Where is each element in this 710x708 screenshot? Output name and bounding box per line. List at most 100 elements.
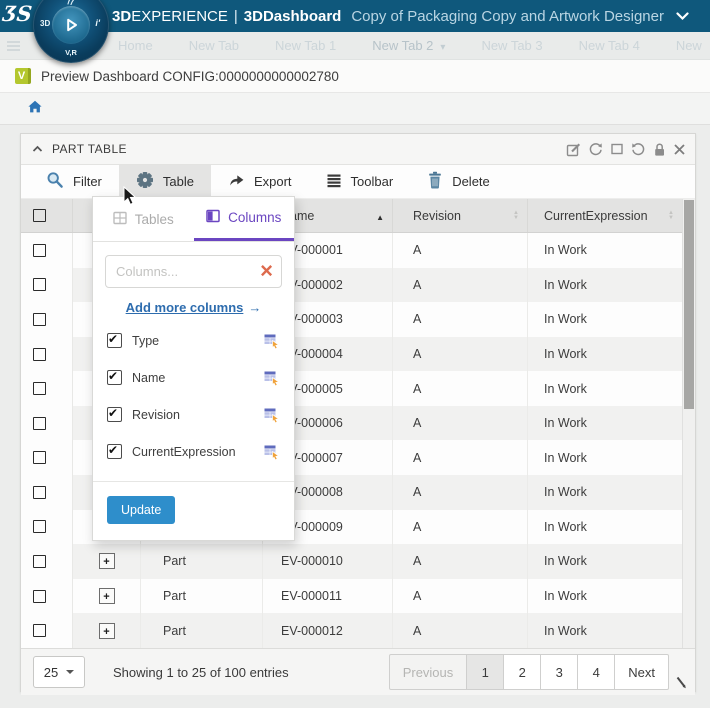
undo-icon[interactable] (631, 142, 646, 157)
chevron-down-icon[interactable] (676, 12, 689, 21)
dashboard-title[interactable]: Copy of Packaging Copy and Artwork Desig… (351, 8, 664, 25)
sort-ascending-icon[interactable] (376, 209, 384, 223)
row-select-cell (21, 510, 73, 545)
column-option-label: Name (132, 371, 165, 385)
page-button-1[interactable]: 1 (467, 654, 504, 690)
expand-plus-icon[interactable] (99, 588, 115, 604)
filter-label: Filter (73, 174, 102, 189)
compass-play-icon[interactable] (52, 6, 90, 44)
page-button-2[interactable]: 2 (504, 654, 541, 690)
lock-icon[interactable] (653, 142, 666, 157)
page-button-previous[interactable]: Previous (389, 654, 468, 690)
tab-home[interactable]: Home (118, 38, 153, 53)
refresh-icon[interactable] (588, 142, 603, 157)
export-label: Export (254, 174, 292, 189)
expand-plus-icon[interactable] (99, 623, 115, 639)
collapse-chevron-icon[interactable] (32, 145, 43, 153)
column-header-currentexpression[interactable]: CurrentExpression (528, 199, 682, 232)
divider (93, 481, 294, 482)
3dexperience-compass-logo[interactable]: 3D i' V,R (33, 0, 109, 63)
page-size-dropdown[interactable]: 25 (33, 656, 85, 688)
table-label: Table (163, 174, 194, 189)
checkbox-checked-icon[interactable] (107, 444, 122, 459)
column-pin-icon[interactable] (264, 370, 280, 386)
compass-3d-label: 3D (40, 19, 50, 28)
checkbox-checked-icon[interactable] (107, 407, 122, 422)
vertical-scrollbar[interactable] (682, 199, 695, 648)
row-checkbox[interactable] (33, 244, 46, 257)
page-button-4[interactable]: 4 (578, 654, 615, 690)
app-name: 3DDashboard (244, 8, 342, 25)
row-checkbox[interactable] (33, 382, 46, 395)
cell-currentexpression: In Work (528, 440, 695, 475)
table-settings-popup: Tables Columns Add more columns TypeName… (92, 196, 295, 541)
row-checkbox[interactable] (33, 555, 46, 568)
delete-button[interactable]: Delete (410, 165, 507, 198)
tab-columns[interactable]: Columns (194, 197, 295, 241)
columns-search (105, 255, 282, 288)
row-checkbox[interactable] (33, 520, 46, 533)
tab-new-tab-1[interactable]: New Tab 1 (275, 38, 336, 53)
column-header-revision[interactable]: Revision (393, 199, 528, 232)
tab-new-tab[interactable]: New Tab (189, 38, 239, 53)
cell-revision: A (393, 302, 528, 337)
cell-revision: A (393, 510, 528, 545)
maximize-icon[interactable] (610, 142, 624, 156)
checkbox-checked-icon[interactable] (107, 333, 122, 348)
row-checkbox[interactable] (33, 624, 46, 637)
resize-handle-icon[interactable] (674, 674, 688, 694)
row-checkbox[interactable] (33, 278, 46, 291)
select-all-checkbox[interactable] (33, 209, 46, 222)
home-icon[interactable] (28, 100, 42, 118)
page-size-value: 25 (44, 665, 58, 680)
export-button[interactable]: Export (211, 165, 309, 198)
gear-icon (136, 171, 154, 192)
row-checkbox[interactable] (33, 313, 46, 326)
tab-new-tab-3[interactable]: New Tab 3 (481, 38, 542, 53)
sort-icon[interactable] (513, 211, 519, 221)
column-options-list: TypeNameRevisionCurrentExpression (93, 322, 294, 470)
sort-icon[interactable] (668, 211, 674, 221)
tab-new[interactable]: New (676, 38, 702, 53)
toolbar-button[interactable]: Toolbar (309, 165, 411, 198)
row-checkbox[interactable] (33, 417, 46, 430)
column-pin-icon[interactable] (264, 333, 280, 349)
columns-search-input[interactable] (105, 255, 282, 288)
cell-revision: A (393, 371, 528, 406)
table-footer: 25 Showing 1 to 25 of 100 entries Previo… (21, 648, 695, 695)
dassault-3ds-logo-icon[interactable]: ƷS (2, 1, 34, 26)
close-icon[interactable] (673, 143, 686, 156)
menu-icon[interactable] (7, 41, 20, 51)
page-button-3[interactable]: 3 (541, 654, 578, 690)
expand-plus-icon[interactable] (99, 553, 115, 569)
tab-columns-label: Columns (228, 210, 281, 225)
edit-icon[interactable] (566, 142, 581, 157)
column-pin-icon[interactable] (264, 444, 280, 460)
page-button-next[interactable]: Next (615, 654, 669, 690)
column-pin-icon[interactable] (264, 407, 280, 423)
filter-button[interactable]: Filter (29, 165, 119, 198)
column-option-label: CurrentExpression (132, 445, 236, 459)
checkbox-checked-icon[interactable] (107, 370, 122, 385)
row-select-cell (21, 268, 73, 303)
cell-revision: A (393, 337, 528, 372)
chevron-down-icon (66, 670, 74, 674)
add-more-columns-link[interactable]: Add more columns (93, 300, 294, 315)
clear-icon[interactable] (260, 259, 273, 283)
cell-currentexpression: In Work (528, 406, 695, 441)
row-checkbox[interactable] (33, 348, 46, 361)
tab-tables[interactable]: Tables (93, 197, 194, 241)
row-checkbox[interactable] (33, 590, 46, 603)
row-select-cell (21, 233, 73, 268)
tab-new-tab-2[interactable]: New Tab 2 (372, 38, 445, 53)
row-checkbox[interactable] (33, 486, 46, 499)
row-checkbox[interactable] (33, 451, 46, 464)
cell-currentexpression: In Work (528, 613, 695, 648)
cell-revision: A (393, 579, 528, 614)
cell-currentexpression: In Work (528, 268, 695, 303)
showing-entries-text: Showing 1 to 25 of 100 entries (113, 665, 289, 680)
widget-header: PART TABLE (21, 134, 695, 165)
scrollbar-thumb[interactable] (684, 200, 694, 409)
tab-new-tab-4[interactable]: New Tab 4 (579, 38, 640, 53)
update-button[interactable]: Update (107, 496, 175, 524)
